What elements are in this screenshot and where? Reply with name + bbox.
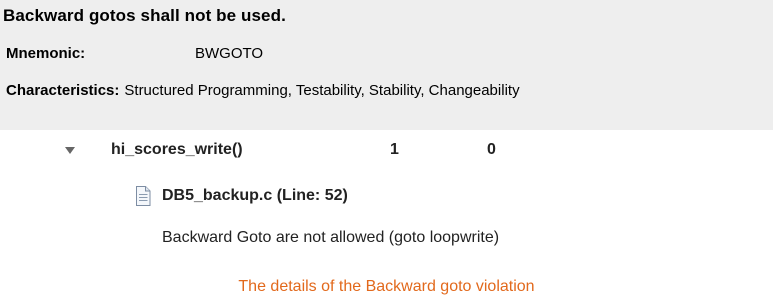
secondary-count: 0 bbox=[487, 141, 496, 158]
figure-caption: The details of the Backward goto violati… bbox=[238, 278, 535, 295]
tree-function-node[interactable]: hi_scores_write() 1 0 bbox=[0, 141, 773, 165]
mnemonic-label: Mnemonic: bbox=[6, 45, 86, 62]
characteristics-row: Characteristics: Structured Programming,… bbox=[6, 82, 520, 99]
mnemonic-row: Mnemonic: BWGOTO bbox=[6, 45, 263, 62]
document-icon bbox=[135, 186, 151, 206]
violation-message: Backward Goto are not allowed (goto loop… bbox=[162, 229, 500, 246]
characteristics-value: Structured Programming, Testability, Sta… bbox=[124, 82, 520, 99]
tree-file-node[interactable]: DB5_backup.c (Line: 52) bbox=[0, 186, 773, 210]
characteristics-label: Characteristics: bbox=[6, 82, 120, 99]
violation-count: 1 bbox=[390, 141, 399, 158]
mnemonic-value: BWGOTO bbox=[195, 45, 264, 62]
function-name: hi_scores_write() bbox=[111, 141, 243, 158]
rule-details-panel: Backward gotos shall not be used. Mnemon… bbox=[0, 0, 773, 130]
chevron-down-icon[interactable] bbox=[65, 147, 75, 154]
file-location[interactable]: DB5_backup.c (Line: 52) bbox=[162, 187, 348, 205]
rule-title: Backward gotos shall not be used. bbox=[3, 6, 286, 25]
